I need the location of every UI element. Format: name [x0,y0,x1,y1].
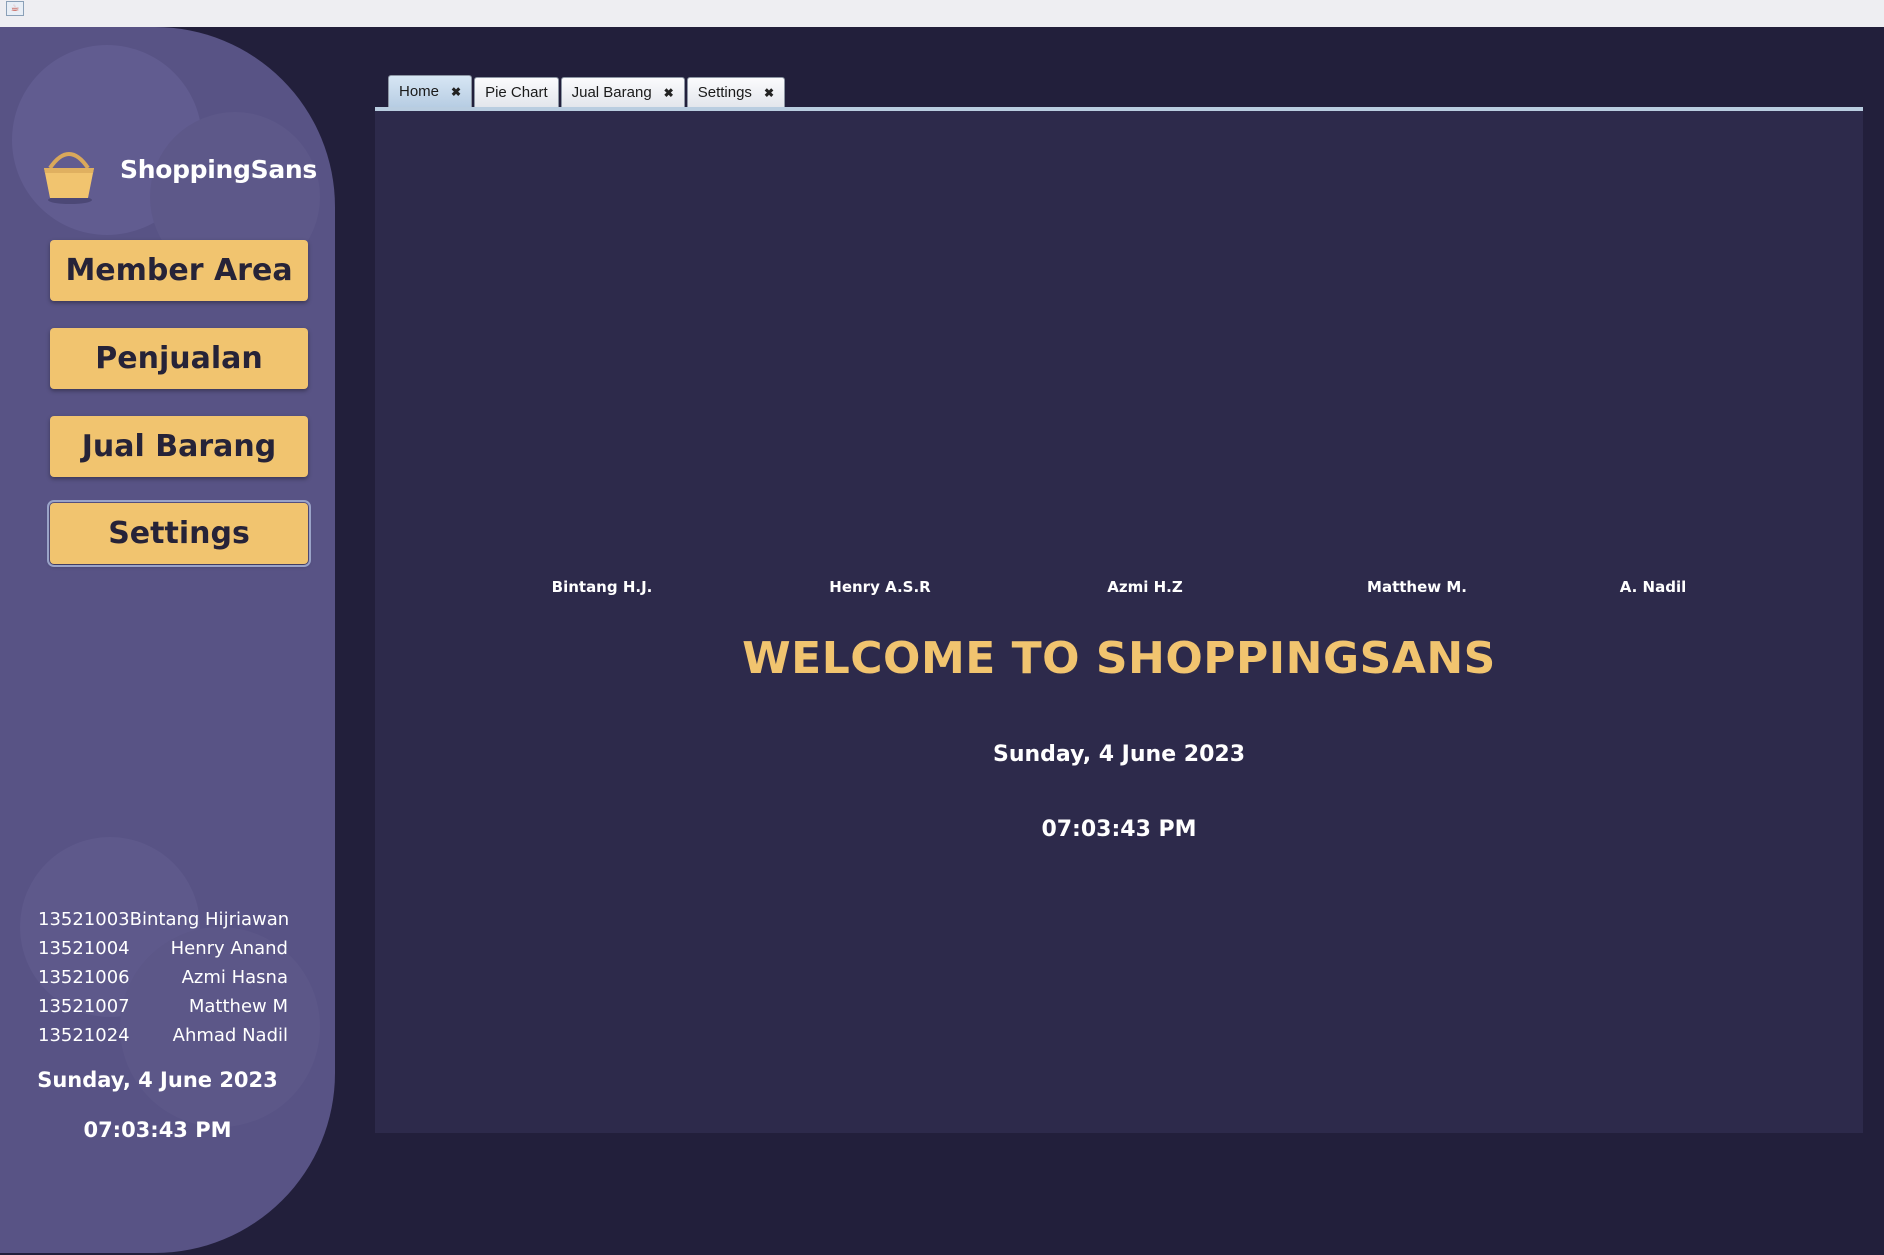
member-row: 13521006 Azmi Hasna [38,963,288,992]
jual-barang-button[interactable]: Jual Barang [50,416,308,477]
member-name: Ahmad Nadil [172,1025,288,1046]
member-name: Henry Anand [170,938,288,959]
member-row: 13521004 Henry Anand [38,934,288,963]
close-icon[interactable]: ✖ [664,86,674,100]
credit-label: Azmi H.Z [1107,578,1183,596]
basket-icon [44,152,94,204]
credit-label: Matthew M. [1367,578,1467,596]
member-id: 13521003 [38,909,130,930]
sidebar: ShoppingSans Member Area Penjualan Jual … [0,27,335,1253]
tab-pie-chart[interactable]: Pie Chart [474,77,559,107]
member-name: Matthew M [188,996,288,1017]
member-row: 13521003 Bintang Hijriawan [38,905,290,934]
member-area-button[interactable]: Member Area [50,240,308,301]
credit-label: A. Nadil [1619,578,1687,596]
member-id: 13521007 [38,996,130,1017]
tab-label: Jual Barang [571,84,652,101]
window-titlebar: ☕ [0,0,1884,27]
credit-label: Bintang H.J. [551,578,653,596]
member-id: 13521024 [38,1025,130,1046]
java-app-icon: ☕ [6,1,24,16]
close-icon[interactable]: ✖ [764,86,774,100]
member-name: Bintang Hijriawan [129,909,290,930]
member-id: 13521006 [38,967,130,988]
sidebar-time: 07:03:43 PM [83,1118,232,1142]
member-row: 13521024 Ahmad Nadil [38,1021,288,1050]
tab-jual-barang[interactable]: Jual Barang ✖ [560,77,685,107]
home-time: 07:03:43 PM [1041,817,1197,842]
welcome-title: WELCOME TO SHOPPINGSANS [742,633,1496,684]
tab-bar: Home ✖ Pie Chart Jual Barang ✖ Settings … [388,75,787,108]
settings-button[interactable]: Settings [47,500,311,567]
member-id: 13521004 [38,938,130,959]
member-list: 13521003 Bintang Hijriawan 13521004 Henr… [38,905,290,1050]
credit-label: Henry A.S.R [829,578,931,596]
sidebar-date: Sunday, 4 June 2023 [37,1068,278,1092]
tab-label: Home [399,83,440,100]
app-window: ShoppingSans Member Area Penjualan Jual … [0,27,1884,1255]
member-name: Azmi Hasna [181,967,288,988]
close-icon[interactable]: ✖ [451,85,461,99]
brand-name: ShoppingSans [120,155,317,184]
tab-label: Pie Chart [485,84,548,101]
tab-home[interactable]: Home ✖ [388,75,473,107]
home-date: Sunday, 4 June 2023 [992,742,1246,767]
tab-settings[interactable]: Settings ✖ [686,77,785,107]
penjualan-button[interactable]: Penjualan [50,328,308,389]
home-panel: Bintang H.J. Henry A.S.R Azmi H.Z Matthe… [375,111,1863,1133]
tab-label: Settings [697,84,752,101]
member-row: 13521007 Matthew M [38,992,288,1021]
